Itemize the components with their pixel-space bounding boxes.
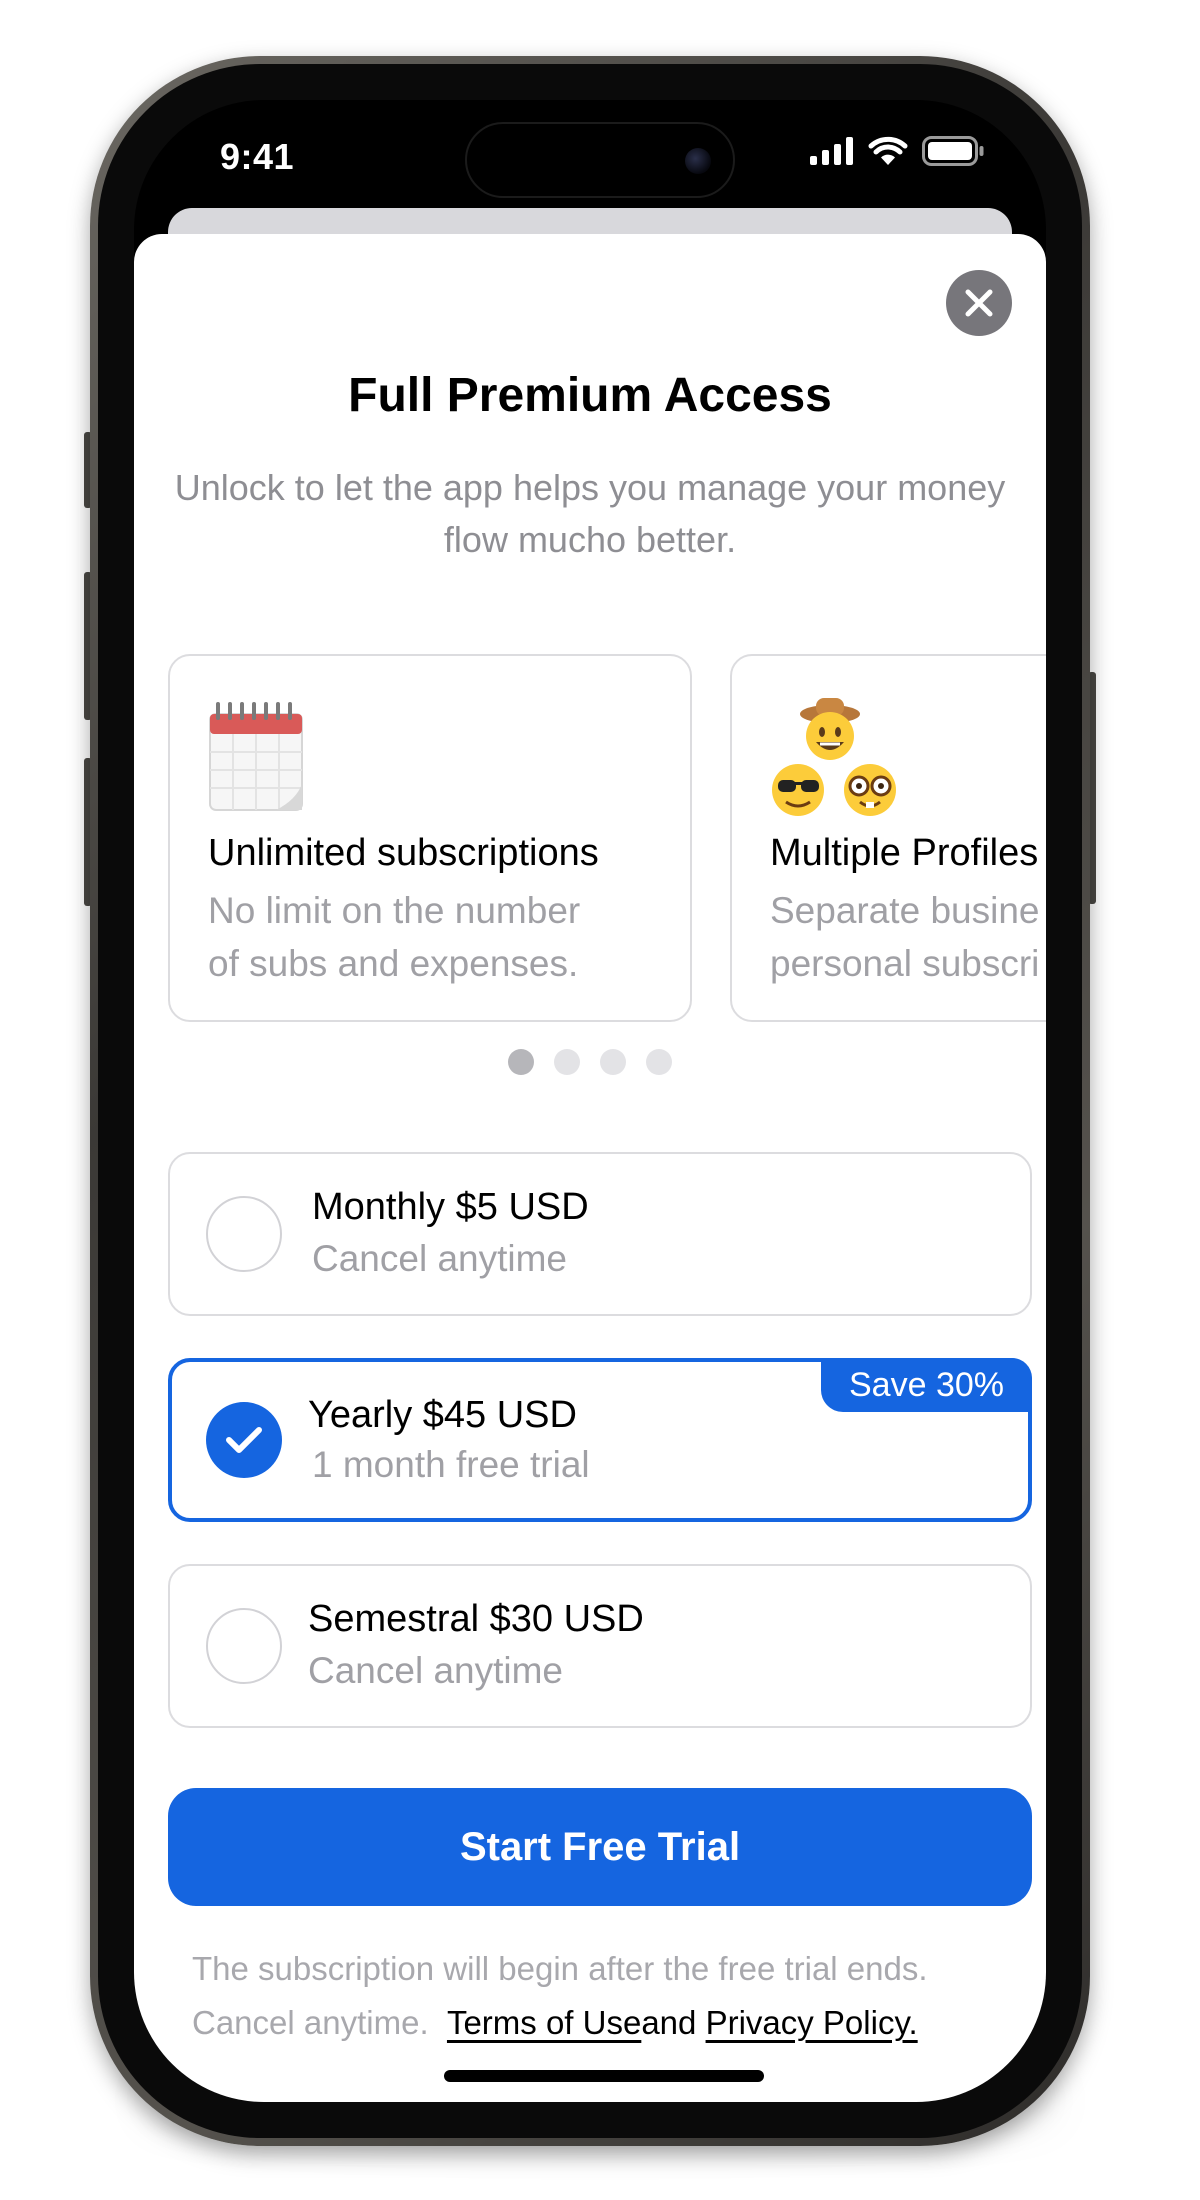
terms-of-use-link[interactable]: Terms of Use bbox=[447, 2004, 641, 2041]
page-dot[interactable] bbox=[600, 1049, 626, 1075]
feature-description-line: No limit on the number bbox=[208, 890, 581, 931]
page-title: Full Premium Access bbox=[348, 369, 832, 422]
start-free-trial-button[interactable]: Start Free Trial bbox=[168, 1788, 1032, 1906]
plan-detail: Cancel anytime bbox=[308, 1650, 564, 1691]
plan-name: Monthly $5 USD bbox=[312, 1186, 589, 1228]
plan-name: Yearly $45 USD bbox=[308, 1394, 577, 1436]
front-camera-icon bbox=[685, 148, 711, 174]
plan-name: Semestral $30 USD bbox=[308, 1598, 644, 1640]
phone-screen: 9:41 Full Premium Access Unlock to let t… bbox=[134, 100, 1046, 2102]
phone-bezel: 9:41 Full Premium Access Unlock to let t… bbox=[98, 64, 1082, 2138]
cellular-signal-icon bbox=[810, 137, 853, 165]
plan-detail: Cancel anytime bbox=[312, 1238, 568, 1279]
save-badge: Save 30% bbox=[821, 1358, 1032, 1412]
feature-title: Unlimited subscriptions bbox=[208, 832, 599, 874]
feature-description-line: personal subscri bbox=[770, 943, 1040, 984]
plan-option-monthly[interactable]: Monthly $5 USD Cancel anytime bbox=[168, 1152, 1032, 1316]
wifi-icon bbox=[868, 136, 908, 165]
calendar-icon bbox=[209, 702, 303, 811]
page-subtitle: Unlock to let the app helps you manage y… bbox=[174, 467, 1006, 560]
feature-description: No limit on the number of subs and expen… bbox=[208, 884, 648, 990]
privacy-policy-link[interactable]: Privacy Policy. bbox=[706, 2004, 918, 2041]
radio-button[interactable] bbox=[206, 1608, 282, 1684]
close-icon bbox=[965, 289, 993, 317]
faces-icon bbox=[772, 698, 896, 816]
battery-icon bbox=[922, 136, 984, 166]
paywall-sheet: Full Premium Access Unlock to let the ap… bbox=[134, 234, 1046, 2102]
close-button[interactable] bbox=[946, 270, 1012, 336]
feature-description: Separate busine personal subscri bbox=[770, 884, 1046, 990]
carousel-page-indicator[interactable] bbox=[134, 1049, 1046, 1075]
feature-description-line: Separate busine bbox=[770, 890, 1040, 931]
feature-carousel[interactable]: Unlimited subscriptions No limit on the … bbox=[168, 654, 1046, 1024]
page-dot[interactable] bbox=[554, 1049, 580, 1075]
dynamic-island bbox=[465, 122, 735, 198]
feature-title: Multiple Profiles bbox=[770, 832, 1039, 874]
phone-frame: 9:41 Full Premium Access Unlock to let t… bbox=[90, 56, 1090, 2146]
legal-text-line: Cancel anytime. Terms of Useand Privacy … bbox=[192, 1996, 1012, 2050]
feature-card-unlimited: Unlimited subscriptions No limit on the … bbox=[168, 654, 692, 1022]
checkmark-icon bbox=[226, 1427, 262, 1453]
legal-text: Cancel anytime. bbox=[192, 2004, 429, 2041]
home-indicator[interactable] bbox=[444, 2070, 764, 2082]
page-dot[interactable] bbox=[508, 1049, 534, 1075]
legal-footer: The subscription will begin after the fr… bbox=[192, 1942, 1012, 2050]
page-dot[interactable] bbox=[646, 1049, 672, 1075]
plan-option-yearly[interactable]: Save 30% Yearly $45 USD 1 month free tri… bbox=[168, 1358, 1032, 1522]
status-time: 9:41 bbox=[220, 136, 295, 177]
legal-text: The subscription will begin after the fr… bbox=[192, 1950, 928, 1987]
plan-option-semestral[interactable]: Semestral $30 USD Cancel anytime bbox=[168, 1564, 1032, 1728]
plan-detail: 1 month free trial bbox=[312, 1444, 590, 1485]
feature-description-line: of subs and expenses. bbox=[208, 943, 579, 984]
radio-button-checked[interactable] bbox=[206, 1402, 282, 1478]
status-icons bbox=[810, 136, 984, 166]
legal-conjunction: and bbox=[641, 2004, 697, 2041]
feature-card-profiles: Multiple Profiles Separate busine person… bbox=[730, 654, 1046, 1022]
radio-button[interactable] bbox=[206, 1196, 282, 1272]
